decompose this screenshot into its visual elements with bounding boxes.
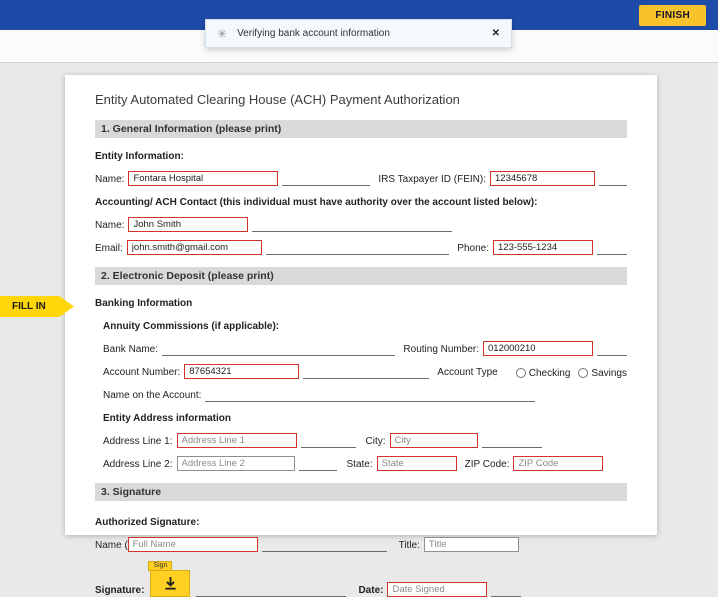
- fill-in-label: FILL IN: [12, 301, 46, 312]
- blank-line: [303, 366, 430, 379]
- email-label: Email:: [95, 243, 123, 254]
- savings-radio[interactable]: [578, 368, 589, 378]
- account-number-label: Account Number:: [103, 367, 181, 378]
- state-label: State:: [346, 459, 373, 470]
- blank-line: [265, 242, 450, 255]
- bank-name-label: Bank Name:: [103, 344, 159, 355]
- date-label: Date:: [358, 585, 384, 596]
- contact-name-input[interactable]: [128, 217, 249, 232]
- entity-info-label: Entity Information:: [95, 151, 184, 162]
- signature-label: Signature:: [95, 585, 145, 596]
- blank-line: [481, 435, 542, 448]
- finish-button[interactable]: FINISH: [639, 5, 706, 26]
- zip-input[interactable]: [513, 456, 604, 471]
- account-type-group: Checking Savings: [508, 368, 627, 379]
- fein-input[interactable]: [490, 171, 595, 186]
- close-icon[interactable]: ✕: [492, 28, 500, 39]
- routing-input[interactable]: [483, 341, 593, 356]
- authorized-signature-heading: Authorized Signature:: [95, 517, 200, 528]
- entity-name-label: Name:: [95, 174, 125, 185]
- address1-input[interactable]: [176, 433, 297, 448]
- date-input[interactable]: [387, 582, 488, 597]
- blank-line: [599, 173, 627, 186]
- email-input[interactable]: [126, 240, 262, 255]
- sign-button[interactable]: [150, 570, 191, 597]
- checking-radio[interactable]: [515, 368, 526, 378]
- blank-line: [196, 584, 347, 597]
- verification-toast: ✳ Verifying bank account information ✕: [205, 19, 512, 48]
- state-input[interactable]: [376, 456, 457, 471]
- page-title: Entity Automated Clearing House (ACH) Pa…: [95, 92, 460, 107]
- savings-label: Savings: [591, 368, 627, 379]
- contact-heading: Accounting/ ACH Contact (this individual…: [95, 197, 538, 208]
- title-label: Title:: [398, 540, 420, 551]
- sign-arrow-icon: [165, 576, 176, 590]
- banking-info-heading: Banking Information: [95, 298, 193, 309]
- blank-line: [597, 242, 627, 255]
- fill-in-tab[interactable]: FILL IN: [0, 296, 74, 317]
- blank-line: [261, 539, 387, 552]
- entity-name-input[interactable]: [128, 171, 279, 186]
- phone-input[interactable]: [493, 240, 593, 255]
- blank-line: [282, 173, 371, 186]
- city-label: City:: [365, 436, 386, 447]
- annuity-heading: Annuity Commissions (if applicable):: [103, 321, 280, 332]
- section-2-header: 2. Electronic Deposit (please print): [95, 267, 627, 285]
- blank-line: [162, 343, 396, 356]
- blank-line: [300, 435, 356, 448]
- blank-line: [205, 389, 536, 402]
- toast-message: Verifying bank account information: [237, 28, 390, 39]
- blank-line: [298, 458, 337, 471]
- account-type-label: Account Type: [437, 367, 498, 378]
- address2-label: Address Line 2:: [103, 459, 173, 470]
- blank-line: [252, 219, 453, 232]
- document-page: Entity Automated Clearing House (ACH) Pa…: [65, 75, 657, 597]
- address1-label: Address Line 1:: [103, 436, 173, 447]
- routing-label: Routing Number:: [403, 344, 479, 355]
- city-input[interactable]: [389, 433, 478, 448]
- section-1-header: 1. General Information (please print): [95, 120, 627, 138]
- section-3-header: 3. Signature: [95, 483, 627, 501]
- checking-label: Checking: [528, 368, 571, 379]
- fein-label: IRS Taxpayer ID (FEIN):: [378, 174, 486, 185]
- signer-name-input[interactable]: [127, 537, 258, 552]
- blank-line: [597, 343, 627, 356]
- contact-name-label: Name:: [95, 220, 125, 231]
- sign-here-widget: Sign: [148, 561, 191, 597]
- sign-tag-label: Sign: [148, 561, 173, 571]
- blank-line: [491, 584, 522, 597]
- address2-input[interactable]: [176, 456, 295, 471]
- account-number-input[interactable]: [184, 364, 300, 379]
- phone-label: Phone:: [457, 243, 489, 254]
- entity-address-heading: Entity Address information: [103, 413, 231, 424]
- zip-label: ZIP Code:: [464, 459, 510, 470]
- name-on-account-label: Name on the Account:: [103, 390, 202, 401]
- spinner-icon: ✳: [217, 26, 228, 41]
- title-input[interactable]: [423, 537, 519, 552]
